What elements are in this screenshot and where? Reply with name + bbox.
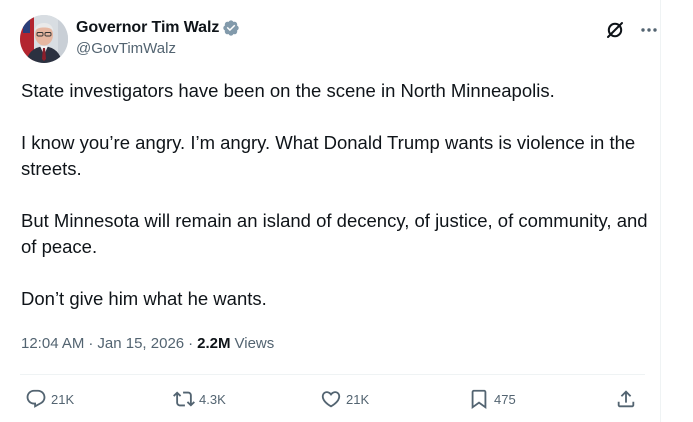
grok-icon[interactable] <box>604 19 626 41</box>
bookmark-icon <box>468 388 490 410</box>
action-bar: 21K 4.3K 21K 475 <box>20 388 645 418</box>
tweet-meta: 12:04 AM · Jan 15, 2026 · 2.2M Views <box>21 335 274 352</box>
tweet-paragraph: Don’t give him what he wants. <box>21 288 267 309</box>
like-button[interactable]: 21K <box>320 388 369 410</box>
meta-separator: · <box>188 335 194 352</box>
like-icon <box>320 388 342 410</box>
reply-button[interactable]: 21K <box>25 388 74 410</box>
tweet-text: State investigators have been on the sce… <box>21 78 651 312</box>
more-icon[interactable] <box>638 19 660 41</box>
author-display-name[interactable]: Governor Tim Walz <box>76 19 219 37</box>
divider <box>20 374 645 375</box>
verified-badge-icon[interactable] <box>222 19 240 37</box>
repost-button[interactable]: 4.3K <box>173 388 226 410</box>
tweet-card: Governor Tim Walz @GovTimWalz State inve… <box>0 0 693 422</box>
tweet-header: Governor Tim Walz @GovTimWalz <box>20 15 660 63</box>
reply-count: 21K <box>51 391 75 407</box>
bookmark-button[interactable]: 475 <box>468 388 516 410</box>
views-label[interactable]: Views <box>235 335 275 352</box>
views-count[interactable]: 2.2M <box>197 335 230 352</box>
author-handle[interactable]: @GovTimWalz <box>76 40 240 57</box>
reply-icon <box>25 388 47 410</box>
tweet-paragraph: State investigators have been on the sce… <box>21 80 555 101</box>
share-icon <box>615 388 637 410</box>
repost-icon <box>173 388 195 410</box>
avatar[interactable] <box>20 15 68 63</box>
tweet-date[interactable]: Jan 15, 2026 <box>97 335 184 352</box>
bookmark-count: 475 <box>494 391 516 407</box>
timeline-border <box>660 0 661 422</box>
meta-separator: · <box>88 335 94 352</box>
author-info: Governor Tim Walz @GovTimWalz <box>76 17 240 57</box>
share-button[interactable] <box>615 388 637 410</box>
avatar-image <box>20 15 68 63</box>
like-count: 21K <box>346 391 370 407</box>
tweet-time[interactable]: 12:04 AM <box>21 335 84 352</box>
tweet-paragraph: But Minnesota will remain an island of d… <box>21 210 648 257</box>
repost-count: 4.3K <box>199 391 226 407</box>
author-name-row: Governor Tim Walz <box>76 17 240 39</box>
tweet-paragraph: I know you’re angry. I’m angry. What Don… <box>21 132 636 179</box>
header-actions <box>604 19 660 41</box>
